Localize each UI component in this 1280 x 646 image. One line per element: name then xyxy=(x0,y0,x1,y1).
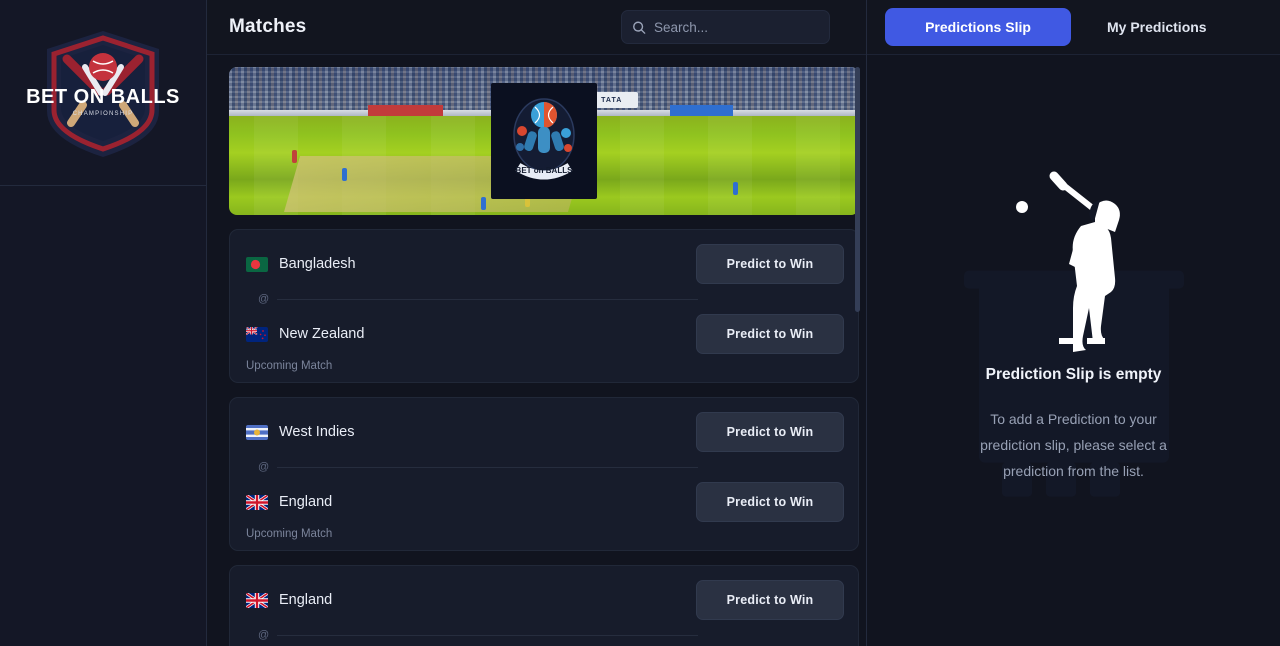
main-header: Matches xyxy=(207,0,866,55)
search-icon xyxy=(633,21,646,34)
vertical-scrollbar[interactable] xyxy=(855,67,860,312)
match-status: Upcoming Match xyxy=(246,360,333,372)
england-flag-icon xyxy=(246,494,268,510)
west-indies-flag-icon xyxy=(246,424,268,440)
prediction-slip-tabs: Predictions Slip My Predictions xyxy=(867,0,1280,55)
prediction-slip-panel: Predictions Slip My Predictions Predicti… xyxy=(866,0,1280,646)
divider-line xyxy=(277,466,698,468)
search-box[interactable] xyxy=(621,10,830,44)
team-name: West Indies xyxy=(279,424,355,440)
empty-state-title: Prediction Slip is empty xyxy=(985,365,1162,383)
england-flag-icon xyxy=(246,592,268,608)
svg-text:BET ON BALLS: BET ON BALLS xyxy=(27,86,179,108)
search-input[interactable] xyxy=(654,19,819,35)
new-zealand-flag-icon xyxy=(246,326,268,342)
team-row-away: New Zealand Predict to Win xyxy=(246,314,844,354)
svg-text:BET on BALLS: BET on BALLS xyxy=(516,166,574,175)
match-separator: @ xyxy=(246,452,844,482)
page-title: Matches xyxy=(229,16,307,37)
divider-line xyxy=(277,298,698,300)
team-row-away: England Predict to Win xyxy=(246,482,844,522)
match-separator: @ xyxy=(246,620,844,646)
predict-to-win-button[interactable]: Predict to Win xyxy=(696,412,844,452)
main-content: Matches TATA xyxy=(207,0,866,646)
banner-adboard xyxy=(367,105,444,116)
promo-banner[interactable]: TATA BET on BALLS xyxy=(229,67,859,215)
team-row-home: West Indies Predict to Win xyxy=(246,412,844,452)
predict-to-win-button[interactable]: Predict to Win xyxy=(696,580,844,620)
divider-line xyxy=(277,634,698,636)
team-name: England xyxy=(279,592,333,608)
banner-logo: BET on BALLS xyxy=(491,83,597,199)
predict-to-win-button[interactable]: Predict to Win xyxy=(696,482,844,522)
svg-text:CHAMPIONSHIP: CHAMPIONSHIP xyxy=(73,111,134,117)
predict-to-win-button[interactable]: Predict to Win xyxy=(696,314,844,354)
team-name: England xyxy=(279,494,333,510)
team-name: Bangladesh xyxy=(279,256,356,272)
team-row-home: England Predict to Win xyxy=(246,580,844,620)
predict-to-win-button[interactable]: Predict to Win xyxy=(696,244,844,284)
match-card[interactable]: Bangladesh Predict to Win @ New Zealand … xyxy=(229,229,859,383)
sidebar: BET ON BALLS CHAMPIONSHIP xyxy=(0,0,207,646)
bet-on-balls-logo-icon: BET ON BALLS CHAMPIONSHIP xyxy=(27,30,179,157)
brand-logo[interactable]: BET ON BALLS CHAMPIONSHIP xyxy=(0,0,206,186)
tab-my-predictions[interactable]: My Predictions xyxy=(1087,8,1227,46)
bet-on-balls-mascot-icon: BET on BALLS xyxy=(513,98,575,180)
match-card[interactable]: West Indies Predict to Win @ England Pre… xyxy=(229,397,859,551)
empty-state-message: To add a Prediction to your prediction s… xyxy=(980,410,1167,479)
tab-predictions-slip[interactable]: Predictions Slip xyxy=(885,8,1071,46)
matches-scroll-area: TATA BET on BALLS Bangladesh Predict to … xyxy=(207,55,866,646)
at-symbol: @ xyxy=(258,629,270,641)
banner-adboard xyxy=(670,105,733,116)
team-name: New Zealand xyxy=(279,326,365,342)
prediction-slip-empty-state: Prediction Slip is empty To add a Predic… xyxy=(867,55,1280,646)
team-row-home: Bangladesh Predict to Win xyxy=(246,244,844,284)
at-symbol: @ xyxy=(258,461,270,473)
cricket-batsman-icon xyxy=(1015,171,1120,352)
at-symbol: @ xyxy=(258,293,270,305)
match-status: Upcoming Match xyxy=(246,528,333,540)
bangladesh-flag-icon xyxy=(246,256,268,272)
match-card[interactable]: England Predict to Win @ xyxy=(229,565,859,646)
app-root: BET ON BALLS CHAMPIONSHIP Matches Search… xyxy=(0,0,1280,646)
match-separator: @ xyxy=(246,284,844,314)
